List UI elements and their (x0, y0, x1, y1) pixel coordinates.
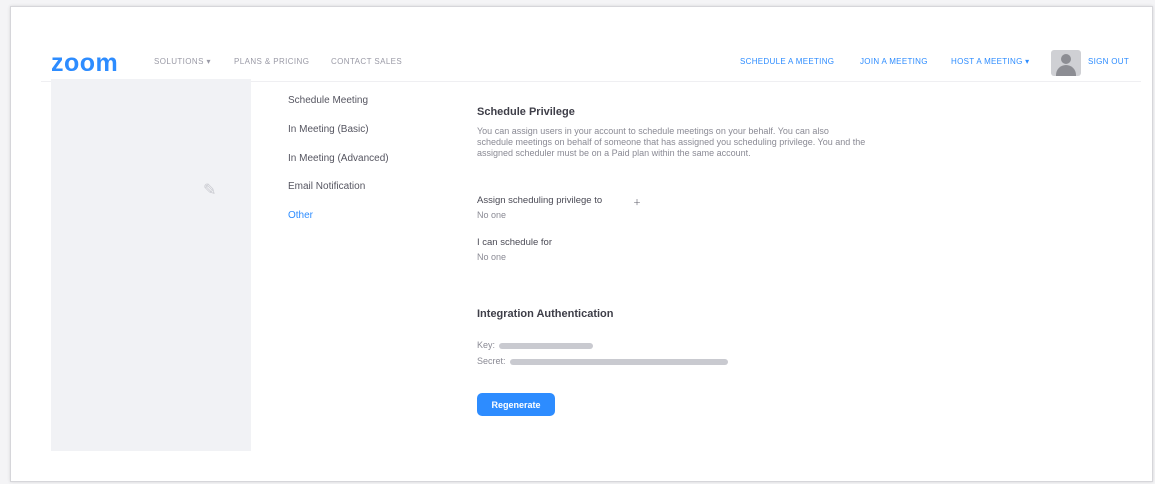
regenerate-button[interactable]: Regenerate (477, 393, 555, 416)
assign-privilege-value: No one (477, 210, 507, 220)
api-key-row: Key: (477, 340, 594, 350)
browser-frame: zoom SOLUTIONS ▾ PLANS & PRICING CONTACT… (10, 6, 1153, 482)
api-secret-row: Secret: (477, 356, 728, 366)
menu-schedule-meeting[interactable]: Schedule Meeting (288, 95, 368, 106)
api-key-masked-value (499, 342, 594, 349)
assign-privilege-label: Assign scheduling privilege to (477, 195, 603, 206)
avatar-body (1056, 65, 1076, 76)
nav-contact-sales[interactable]: CONTACT SALES (331, 57, 402, 66)
menu-other[interactable]: Other (288, 210, 313, 221)
schedule-privilege-title: Schedule Privilege (477, 106, 575, 118)
user-avatar-icon[interactable] (1051, 50, 1081, 76)
menu-in-meeting-advanced[interactable]: In Meeting (Advanced) (288, 153, 389, 164)
nav-solutions[interactable]: SOLUTIONS ▾ (154, 57, 211, 66)
add-assignee-icon[interactable]: ＋ (633, 197, 641, 208)
placeholder-icon: ✎ (203, 182, 217, 199)
integration-auth-title: Integration Authentication (477, 308, 614, 320)
api-secret-label: Secret: (477, 356, 506, 366)
menu-in-meeting-basic[interactable]: In Meeting (Basic) (288, 124, 369, 135)
nav-schedule-meeting[interactable]: SCHEDULE A MEETING (740, 57, 834, 66)
left-sidebar-panel: ✎ (51, 79, 251, 451)
schedule-for-value: No one (477, 252, 507, 262)
menu-email-notification[interactable]: Email Notification (288, 181, 365, 192)
nav-join-meeting[interactable]: JOIN A MEETING (860, 57, 928, 66)
schedule-privilege-description: You can assign users in your account to … (477, 126, 866, 158)
nav-plans-pricing[interactable]: PLANS & PRICING (234, 57, 309, 66)
api-secret-masked-value (509, 358, 728, 365)
nav-sign-out[interactable]: SIGN OUT (1088, 57, 1129, 66)
api-key-label: Key: (477, 340, 496, 350)
zoom-logo[interactable]: zoom (51, 49, 118, 78)
schedule-for-label: I can schedule for (477, 237, 552, 248)
nav-host-meeting[interactable]: HOST A MEETING ▾ (951, 57, 1029, 66)
avatar-head (1061, 54, 1071, 64)
